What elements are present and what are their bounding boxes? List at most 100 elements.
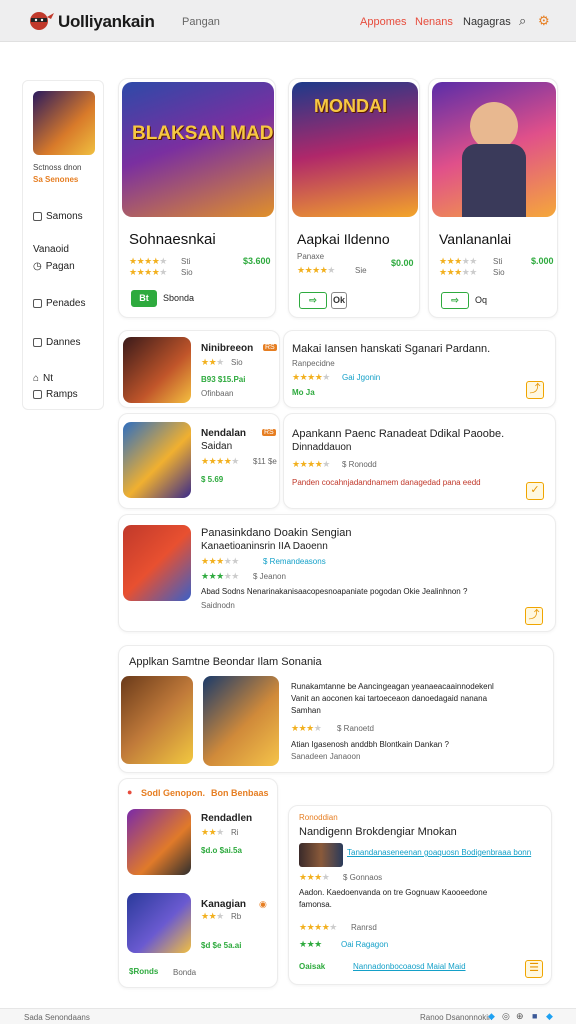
item-rating: $ Ronodd (342, 460, 377, 469)
chat-icon[interactable]: ◆ (546, 1011, 553, 1022)
section-note: $ Ranoetd (337, 724, 374, 733)
item-sub: Ranpecidne (292, 359, 335, 368)
coin-icon: ◉ (259, 899, 267, 909)
brand-title[interactable]: Uolliyankain (58, 12, 155, 32)
check-button[interactable]: ✓ (526, 482, 544, 500)
sidebar-thumb[interactable] (33, 91, 95, 155)
item-price: $d.o $ai.5a (201, 846, 242, 855)
nav-games[interactable]: Nenans (415, 16, 453, 28)
facebook-icon[interactable]: ■ (532, 1011, 537, 1021)
item-body: Panden cocahnjadandnamem danagedad pana … (292, 478, 481, 487)
rating-stars: ★★★ (201, 357, 224, 367)
sidebar-item-nt[interactable]: ⌂ Nt (33, 373, 53, 384)
game-art-title: MONDAI (314, 96, 387, 116)
install-button[interactable]: ⇨ (299, 292, 327, 309)
sidebar-item-penades[interactable]: Penades (33, 298, 85, 309)
card-title: Vanlananlai (439, 231, 512, 247)
sidebar-item-ramps[interactable]: Ramps (33, 389, 78, 400)
item-sub: $ Remandeasons (263, 557, 326, 566)
item-rating: Gai Jgonin (342, 373, 381, 382)
panel-foot: Oaisak (299, 962, 326, 971)
rating-stars: ★★★★★ (299, 922, 337, 932)
panel-label: Ronoddian (299, 813, 338, 822)
item-subtitle: Kanaetioaninsrin IIA Daoenn (201, 541, 328, 552)
panel-rating: Oai Ragagon (341, 940, 389, 949)
section-body: Runakamtanne be Aancingeagan yeanaeacaai… (291, 682, 494, 691)
item-sub: Ofinbaan (201, 389, 234, 398)
game-thumb[interactable] (121, 676, 193, 764)
section-heading: Applkan Samtne Beondar Ilam Sonania (129, 656, 322, 668)
home-icon: ⌂ (33, 373, 40, 384)
price: $.000 (531, 256, 554, 266)
panel-note: $ Gonnaos (343, 873, 383, 882)
sidebar-item-vanaoid[interactable]: Vanaoid (33, 244, 69, 255)
price: $3.600 (243, 256, 271, 266)
section-body: Atian Igasenosh anddbh Blontkain Dankan … (291, 740, 449, 749)
character-head (470, 102, 518, 150)
rating-stars: ★★★ (299, 939, 322, 949)
check-button[interactable]: ⤴ (525, 607, 543, 625)
list-item[interactable]: Makai Iansen hanskati Sganari Pardann. R… (283, 330, 556, 408)
item-sub: Rb (231, 912, 242, 921)
button-label: Sbonda (163, 293, 195, 303)
list-item[interactable]: Nendalan RS Saidan ★★★★★ $11 $e $ 5.69 (118, 413, 280, 509)
button-label: Oq (475, 295, 488, 305)
screenshot-thumb[interactable] (299, 843, 343, 867)
check-button[interactable]: ⤴ (526, 381, 544, 399)
list-item-wide[interactable]: Panasinkdano Doakin Sengian Kanaetioanin… (118, 514, 556, 632)
item-subtitle: Dinnaddauon (292, 442, 352, 453)
rating-note: Sio (493, 268, 505, 277)
game-thumb[interactable] (203, 676, 279, 766)
list-header-link[interactable]: Bon Benbaas (211, 788, 269, 798)
globe-icon[interactable]: ◎ (502, 1011, 510, 1022)
game-thumb (123, 422, 191, 498)
top-subtitle[interactable]: Pangan (182, 16, 220, 28)
game-art (432, 82, 556, 217)
nav-categories[interactable]: Nagagras (463, 16, 511, 28)
rating-stars: ★★★★★ (292, 372, 330, 382)
twitter-icon[interactable]: ◆ (488, 1011, 495, 1022)
item-note: $ Jeanon (253, 572, 286, 581)
item-sub: Sio (231, 358, 243, 367)
sidebar-caption-accent: Sa Senones (33, 175, 79, 184)
item-title: Makai Iansen hanskati Sganari Pardann. (292, 343, 491, 355)
item-title: Nendalan (201, 428, 247, 439)
install-button[interactable]: Bt (131, 290, 157, 307)
item-badge: RS (263, 344, 277, 351)
footer-left[interactable]: Sada Senondaans (24, 1013, 90, 1022)
featured-card[interactable]: Vanlananlai ★★★★★ Sti $.000 ★★★★★ Sio ⇨ … (428, 78, 558, 318)
sidebar-item-samons[interactable]: Samons (33, 211, 83, 222)
square-icon (33, 299, 42, 308)
rating-stars: ★★★★★ (439, 256, 477, 266)
install-button[interactable]: ⇨ (441, 292, 469, 309)
game-art: BLAKSAN MADEEN (122, 82, 274, 217)
rating-note: Sie (355, 266, 367, 275)
search-icon[interactable]: ⌕ (519, 13, 526, 29)
list-foot[interactable]: $Ronds (129, 967, 158, 976)
rating-note: Sti (493, 257, 503, 266)
rating-stars: ★★★★★ (439, 267, 477, 277)
game-thumb[interactable] (127, 809, 191, 875)
check-button[interactable]: ☰ (525, 960, 543, 978)
sidebar-item-dannes[interactable]: Dannes (33, 337, 80, 348)
panel-link[interactable]: Tanandanaseneenan goaquosn Bodigenbraaa … (347, 848, 531, 857)
rating-stars: ★★★ (201, 827, 224, 837)
featured-card[interactable]: MONDAI Aapkai Ildenno Panaxe $0.00 ★★★★★… (288, 78, 420, 318)
ok-button[interactable]: Ok (331, 292, 347, 309)
panel-foot-link[interactable]: Nannadonbocoaosd Maial Maid (353, 962, 466, 971)
settings-icon[interactable]: ⚙ (538, 13, 550, 29)
item-title: Panasinkdano Doakin Sengian (201, 527, 352, 539)
game-thumb[interactable] (127, 893, 191, 953)
share-icon[interactable]: ⊕ (516, 1011, 524, 1022)
sidebar-item-pagan[interactable]: ◷ Pagan (33, 261, 75, 272)
item-price: $ 5.69 (201, 475, 224, 484)
footer-right[interactable]: Ranoo Dsanonnokin (420, 1013, 493, 1022)
list-item[interactable]: Ninibreeon RS ★★★ Sio B93 $15.Pai Ofinba… (118, 330, 280, 408)
nav-apps[interactable]: Appomes (360, 16, 406, 28)
featured-card[interactable]: BLAKSAN MADEEN Sohnaesnkai ★★★★★ Sti $3.… (118, 78, 276, 318)
item-sub: $11 $e (253, 457, 277, 466)
top-bar: Uolliyankain Pangan Appomes Nenans Nagag… (0, 0, 576, 42)
item-sub: Saidan (201, 441, 233, 452)
list-item[interactable]: Apankann Paenc Ranadeat Ddikal Paoobe. D… (283, 413, 556, 509)
ninja-logo-icon[interactable] (26, 9, 54, 31)
